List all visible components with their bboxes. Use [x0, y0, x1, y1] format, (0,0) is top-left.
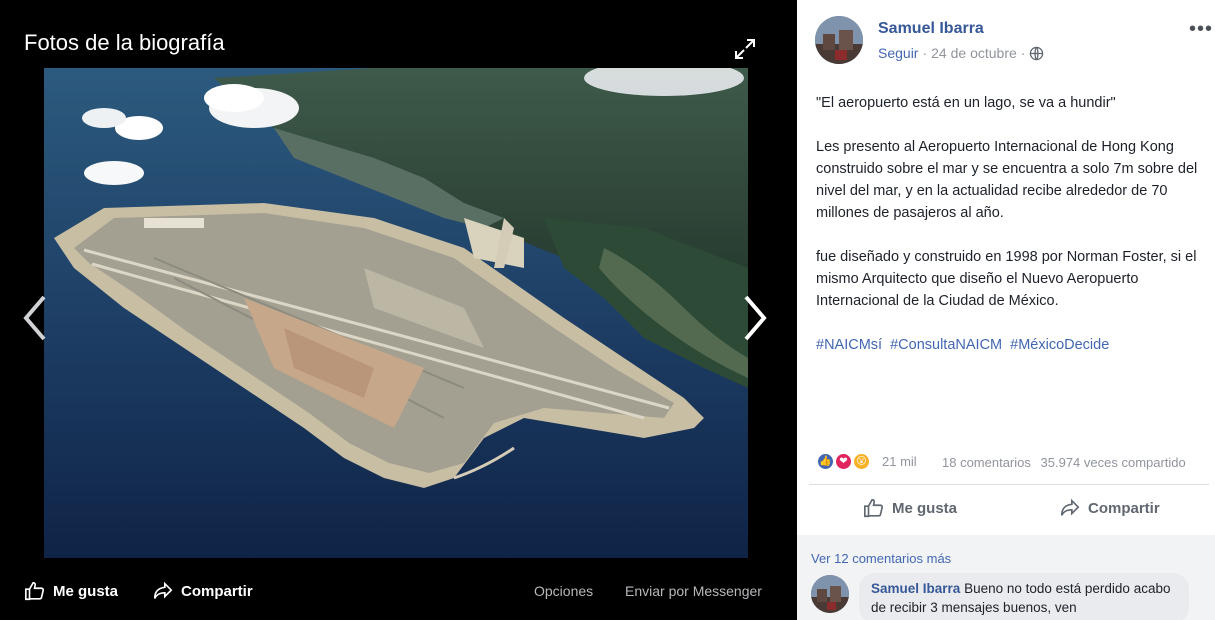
share-label: Compartir: [1088, 499, 1160, 517]
photo-viewer: Fotos de la biografía Me gusta Compartir…: [0, 0, 797, 620]
share-arrow-icon: [153, 581, 173, 599]
viewer-share-label: Compartir: [181, 582, 253, 600]
hashtag-list: #NAICMsí #ConsultaNAICM #MéxicoDecide: [816, 334, 1210, 356]
expand-icon[interactable]: [733, 37, 757, 61]
globe-icon: [1030, 46, 1044, 60]
love-reaction-icon: ❤: [834, 452, 853, 471]
share-button[interactable]: Compartir: [1059, 497, 1160, 519]
chevron-left-icon[interactable]: [20, 293, 50, 343]
like-label: Me gusta: [892, 499, 958, 517]
chevron-right-icon[interactable]: [740, 293, 770, 343]
thumbs-up-icon: [25, 581, 45, 601]
hashtag-link[interactable]: #ConsultaNAICM: [890, 337, 1002, 353]
post-paragraph: fue diseñado y construido en 1998 por No…: [816, 249, 1197, 309]
options-link[interactable]: Opciones: [534, 583, 593, 599]
post-panel: Samuel Ibarra Seguir · 24 de octubre · •…: [797, 0, 1215, 620]
post-paragraph: "El aeropuerto está en un lago, se va a …: [816, 95, 1116, 111]
divider: [809, 484, 1209, 485]
thumbs-up-icon: [864, 498, 884, 518]
view-more-comments-link[interactable]: Ver 12 comentarios más: [811, 551, 951, 566]
share-arrow-icon: [1060, 498, 1080, 516]
post-stats: 18 comentarios 35.974 veces compartido: [942, 455, 1192, 470]
viewer-title: Fotos de la biografía: [24, 30, 225, 55]
hashtag-link[interactable]: #MéxicoDecide: [1010, 337, 1109, 353]
send-messenger-link[interactable]: Enviar por Messenger: [625, 583, 762, 599]
post-paragraph: Les presento al Aeropuerto Internacional…: [816, 139, 1198, 221]
more-options-icon[interactable]: •••: [1189, 18, 1213, 41]
post-body: "El aeropuerto está en un lago, se va a …: [816, 92, 1210, 378]
comment-avatar[interactable]: [811, 575, 849, 613]
meta-separator: ·: [922, 45, 928, 61]
like-button[interactable]: Me gusta: [863, 497, 957, 519]
viewer-share-button[interactable]: Compartir: [152, 580, 253, 602]
viewer-like-button[interactable]: Me gusta: [24, 580, 118, 602]
viewer-action-bar: Me gusta Compartir Opciones Enviar por M…: [0, 572, 797, 612]
hashtag-link[interactable]: #NAICMsí: [816, 337, 882, 353]
viewer-like-label: Me gusta: [53, 582, 119, 600]
comments-count-link[interactable]: 18 comentarios: [942, 455, 1031, 470]
airport-photo: [44, 68, 748, 558]
comment-bubble: Samuel Ibarra Bueno no todo está perdido…: [859, 573, 1189, 620]
wow-reaction-icon: 😮: [852, 452, 871, 471]
post-date[interactable]: 24 de octubre: [931, 45, 1017, 61]
like-reaction-icon: 👍: [816, 452, 835, 471]
reactions-count[interactable]: 21 mil: [882, 454, 917, 469]
shares-count-link[interactable]: 35.974 veces compartido: [1041, 455, 1186, 470]
author-name[interactable]: Samuel Ibarra: [878, 20, 984, 38]
follow-link[interactable]: Seguir: [878, 45, 918, 61]
post-meta: Seguir · 24 de octubre ·: [878, 45, 1044, 61]
comment-author[interactable]: Samuel Ibarra: [871, 581, 960, 596]
comments-section: Ver 12 comentarios más Samuel Ibarra Bue…: [797, 535, 1215, 620]
author-avatar[interactable]: [815, 16, 863, 64]
reactions-summary[interactable]: 👍 ❤ 😮 21 mil: [816, 452, 917, 471]
meta-separator: ·: [1020, 45, 1026, 61]
